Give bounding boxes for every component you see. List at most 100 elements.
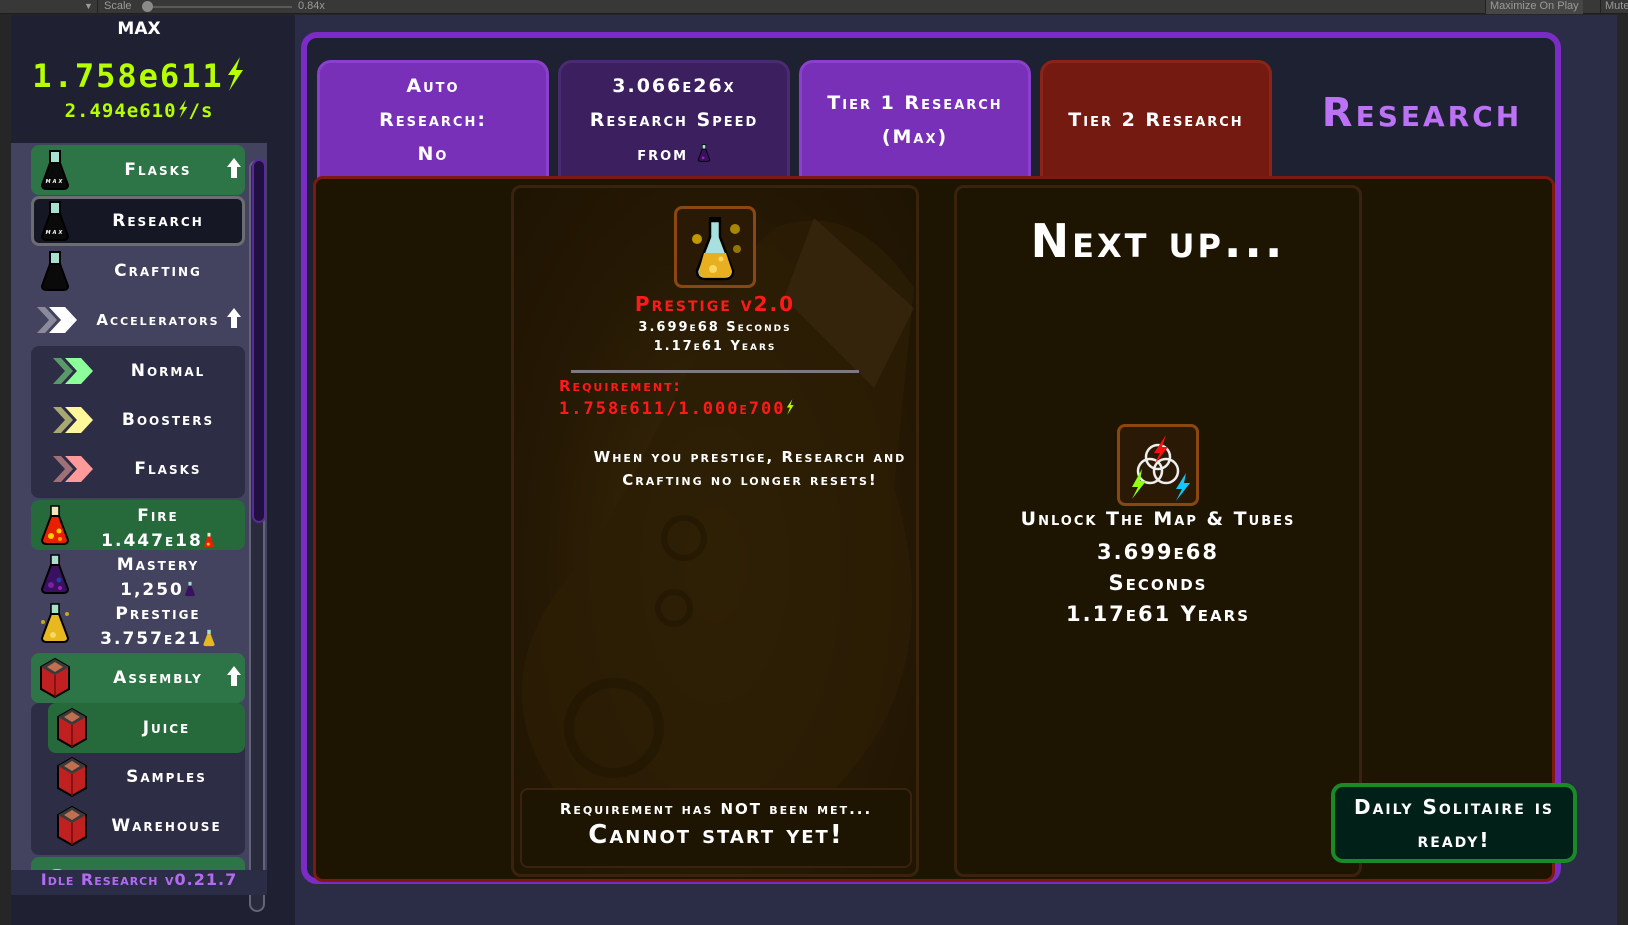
up-arrow-icon [227,158,241,178]
divider [571,370,859,373]
lightning-bolt-icon [787,399,795,415]
assembly-cube-icon [57,707,87,749]
nav-item-flasks[interactable]: max Flasks [31,145,245,195]
auto-research-toggle[interactable]: Auto Research: No [317,60,549,180]
max-label: MAX [117,19,161,39]
research-name: Prestige v2.0 [634,292,796,316]
tab-tier-1-research[interactable]: Tier 1 Research (Max) [799,60,1031,180]
fire-value: 1.447e18 [101,531,203,551]
current-research-card: Prestige v2.0 3.699e68 Seconds 1.17e61 Y… [511,185,919,877]
requirement-label: Requirement: [559,377,682,395]
fire-label: Fire [137,506,179,526]
nav-item-accelerator-flasks[interactable]: Flasks [31,444,245,494]
research-seconds: 3.699e68 Seconds [638,320,792,335]
nav-item-warehouse[interactable]: Warehouse [48,801,245,851]
mastery-value: 1,250 [120,580,184,600]
nav-item-juice[interactable]: Juice [48,703,245,753]
nav-label: Samples [126,767,207,787]
research-description: When you prestige, Research and Crafting… [514,446,916,492]
scale-slider[interactable] [148,6,292,8]
lightning-bolt-icon [178,99,187,119]
svg-text:max: max [46,177,65,185]
map-tubes-icon-box [1117,424,1199,506]
prestige-flask-icon [40,603,70,643]
nav-item-boosters[interactable]: Boosters [31,395,245,445]
black-flask-icon [40,251,70,291]
requirement-status: Requirement has NOT been met... [522,800,910,818]
mastery-flask-icon [697,144,710,162]
nav-label: Normal [130,361,206,381]
cannot-start-label: Cannot start yet! [588,820,844,850]
next-research-card: Next up... Unlock The Map & Tubes 3.699e… [954,185,1362,877]
nav-item-mastery[interactable]: Mastery 1,250 [31,549,245,600]
nav-item-crafting[interactable]: Crafting [31,246,245,296]
research-speed-value: 3.066e26x [612,75,736,97]
next-research-years: 1.17e61 Years [1065,602,1250,626]
scale-label: Scale [104,0,132,12]
nav-label: Mastery 1,250 [71,553,245,603]
nav-label: Prestige 3.757e21 [71,602,245,652]
editor-toolbar: ▼ Scale 0.84x Maximize On Play Mute [0,0,1628,14]
triquetra-lightning-icon [1132,435,1190,501]
tab-line: (Max) [881,126,949,148]
nav-label: Fire 1.447e18 [71,504,245,554]
prestige-flask-icon [692,217,741,281]
tab-line: No [417,143,449,165]
fire-flask-icon [203,532,214,548]
mute-button[interactable]: Mute [1600,0,1628,14]
status-text: Requirement has [559,800,721,818]
lightning-bolt-icon [227,57,243,91]
scale-value: 0.84x [298,0,325,12]
requirement-progress: 1.758e611/1.000e700 [559,399,786,419]
assembly-cube-icon [57,756,87,798]
up-arrow-icon [227,666,241,686]
daily-solitaire-notification[interactable]: Daily Solitaire is ready! [1331,783,1577,863]
status-text: been met... [762,800,873,818]
nav-item-assembly[interactable]: Assembly [31,653,245,703]
tab-line: from [637,137,711,171]
rate-suffix: /s [188,100,214,122]
prestige-flask-icon [203,629,215,647]
sidebar: MAX 1.758e611 2.494e610/s max Flasks max… [11,15,295,925]
next-research-name: Unlock The Map & Tubes [1020,508,1296,530]
next-research-seconds-label: Seconds [1108,571,1208,595]
tab-tier-2-research[interactable]: Tier 2 Research [1040,60,1272,180]
nav-label: Research [112,211,204,231]
nav-item-prestige[interactable]: Prestige 3.757e21 [31,598,245,649]
tab-line-text: from [637,143,689,165]
currency-rate: 2.494e610/s [11,99,267,122]
nav-item-fire[interactable]: Fire 1.447e18 [31,500,245,551]
nav-list: max Flasks max Research Crafting Acceler… [11,143,267,885]
up-arrow-icon [227,308,241,328]
description-line: When you prestige, Research and [593,448,907,466]
nav-item-research[interactable]: max Research [31,196,245,246]
tab-line: Tier 1 Research [827,92,1003,114]
research-years: 1.17e61 Years [653,339,777,354]
scale-slider-handle[interactable] [142,1,153,12]
nav-label: Crafting [114,261,202,281]
requirement-value: 1.758e611/1.000e700 [559,398,795,419]
tab-line: Research Speed [589,109,759,131]
version-label: Idle Research v0.21.7 [11,870,267,895]
nav-item-normal[interactable]: Normal [31,346,245,396]
yellow-chevron-icon [53,407,93,433]
tab-line: Tier 2 Research [1068,109,1244,131]
next-research-seconds: 3.699e68 [1097,540,1219,564]
tab-line: Research: [379,109,487,131]
nav-label: Assembly [113,668,203,688]
research-speed-tab[interactable]: 3.066e26x Research Speed from [558,60,790,180]
nav-item-accelerators[interactable]: Accelerators [31,295,245,345]
mastery-label: Mastery [116,555,200,575]
rate-value: 2.494e610 [64,100,177,122]
maximize-on-play-button[interactable]: Maximize On Play [1485,0,1583,14]
prestige-label: Prestige [115,604,201,624]
status-emphasis: NOT [720,800,763,818]
nav-item-samples[interactable]: Samples [48,752,245,802]
currency-amount: 1.758e611 [11,57,267,95]
nav-label: Juice [142,718,191,738]
sidebar-scrollbar-thumb[interactable] [252,159,266,523]
toolbar-divider [97,0,98,14]
black-flask-max-icon: max [40,201,70,241]
start-research-button[interactable]: Requirement has NOT been met... Cannot s… [520,788,912,868]
dropdown-arrow-icon[interactable]: ▼ [84,1,93,11]
